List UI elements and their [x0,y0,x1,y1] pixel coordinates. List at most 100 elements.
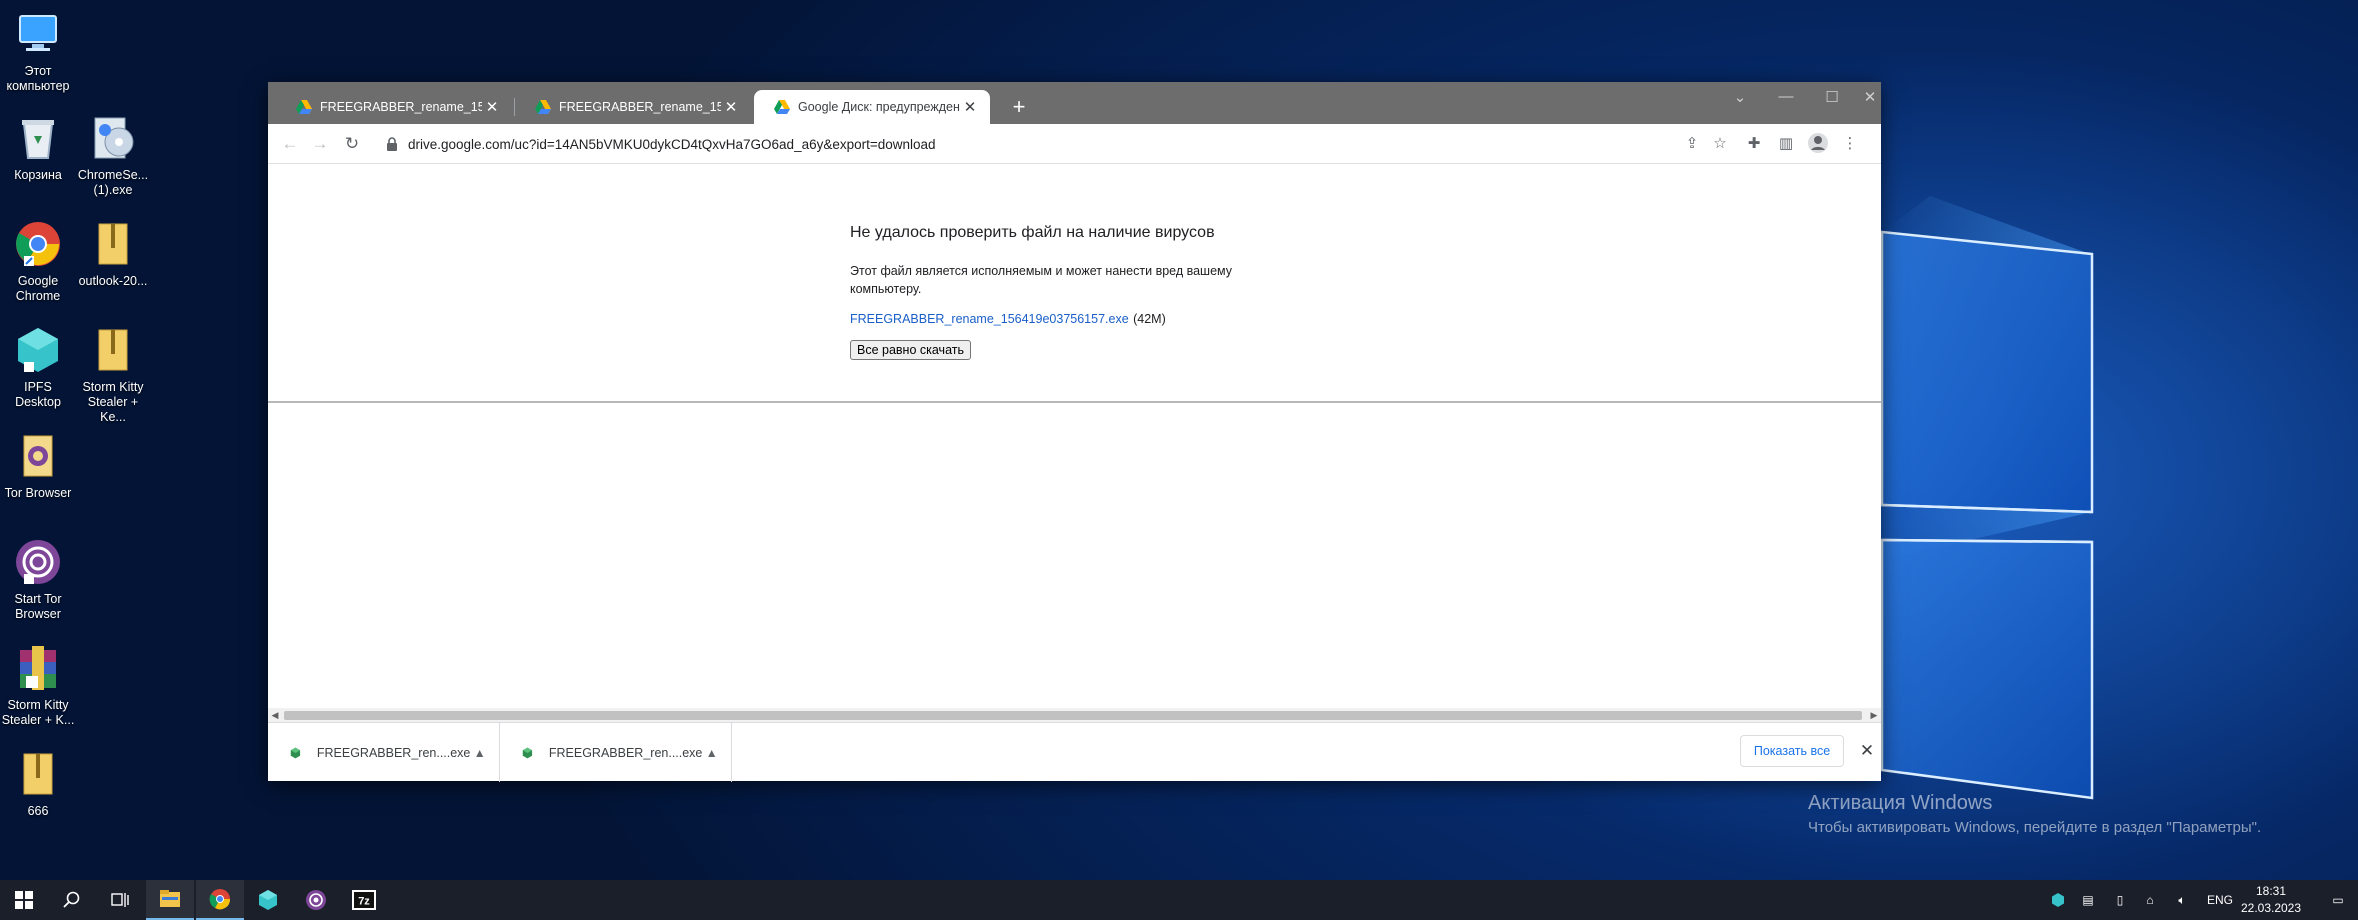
minimize-icon[interactable]: — [1766,88,1806,105]
taskbar-file-explorer[interactable] [146,880,194,920]
file-explorer-icon [160,890,180,907]
page-content: Не удалось проверить файл на наличие вир… [268,164,1881,401]
tab-freegrabber-1[interactable]: FREEGRABBER_rename_156419e03756157.exe ✕ [276,90,512,124]
side-panel-icon[interactable]: ▥ [1774,132,1798,156]
activation-subtitle: Чтобы активировать Windows, перейдите в … [1808,819,2262,836]
task-view-button[interactable] [96,880,144,920]
address-bar[interactable]: drive.google.com/uc?id=14AN5bVMKU0dykCD4… [380,128,1760,160]
scroll-right-icon[interactable]: ▶ [1867,708,1881,722]
close-shelf-icon[interactable]: ✕ [1856,740,1878,762]
tor-onion-icon [306,890,326,910]
download-anyway-button[interactable]: Все равно скачать [850,340,971,360]
horizontal-scrollbar[interactable]: ◀ ▶ [268,708,1881,722]
desktop-icon-start-tor-browser[interactable]: Start Tor Browser [0,536,76,622]
desktop-icon-label: Google Chrome [15,274,61,303]
chevron-up-icon[interactable]: ▲ [470,746,489,760]
download-filename: FREEGRABBER_ren....exe [548,745,703,760]
recycle-bin-icon [12,112,64,164]
tor-folder-icon [12,430,64,482]
reload-icon[interactable]: ↻ [340,132,364,156]
desktop-icon-storm-kitty-archive[interactable]: Storm Kitty Stealer + Ke... [75,324,151,425]
ipfs-cube-icon [259,890,277,910]
maximize-icon[interactable]: ☐ [1812,88,1852,106]
desktop-icon-this-pc[interactable]: Этот компьютер [0,8,76,94]
tray-ipfs-icon[interactable] [2048,880,2068,920]
exe-file-icon [522,747,533,758]
exe-file-icon [290,747,301,758]
desktop-icon-label: Storm Kitty Stealer + Ke... [82,380,144,424]
computer-icon [12,8,64,60]
tab-close-icon[interactable]: ✕ [721,98,741,116]
download-filename: FREEGRABBER_ren....exe [316,745,471,760]
tab-title: FREEGRABBER_rename_156419e03756157.exe [559,100,721,114]
menu-kebab-icon[interactable]: ⋮ [1838,132,1862,156]
extensions-icon[interactable]: ✚ [1742,132,1766,156]
tor-onion-icon [12,536,64,588]
window-close-icon[interactable]: ✕ [1858,88,1882,106]
forward-arrow-icon[interactable]: → [308,132,332,156]
chevron-up-icon[interactable]: ▲ [702,746,721,760]
desktop-icon-label: outlook-20... [78,274,148,288]
tray-network-icon[interactable]: ⌂ [2140,880,2160,920]
tray-battery-icon[interactable]: ▯ [2110,880,2130,920]
drive-icon [535,100,551,114]
file-size: (42M) [1133,312,1166,326]
taskbar-7zip[interactable]: 7z [340,880,388,920]
search-button[interactable] [48,880,96,920]
clock[interactable]: 18:31 22.03.2023 [2236,883,2306,917]
tab-search-icon[interactable]: ⌄ [1720,88,1760,106]
profile-avatar-icon[interactable] [1806,132,1830,156]
windows-activation-watermark: Активация Windows Чтобы активировать Win… [1808,792,2261,836]
warning-text: Этот файл является исполняемым и может н… [850,264,1233,296]
desktop-icon-tor-browser[interactable]: Tor Browser [0,430,76,501]
windows-start-icon [15,891,33,909]
tab-title: FREEGRABBER_rename_156419e03756157.exe [320,100,482,114]
taskbar-chrome[interactable] [196,880,244,920]
file-link[interactable]: FREEGRABBER_rename_156419e03756157.exe [850,312,1129,326]
download-item[interactable]: FREEGRABBER_ren....exe ▲ [500,723,732,782]
download-shelf: FREEGRABBER_ren....exe ▲ FREEGRABBER_ren… [268,722,1881,782]
browser-toolbar: ← → ↻ drive.google.com/uc?id=14AN5bVMKU0… [268,124,1881,164]
notification-icon[interactable]: ▭ [2326,880,2350,920]
taskbar-ipfs[interactable] [244,880,292,920]
desktop-icon-ipfs[interactable]: IPFS Desktop [0,324,76,410]
desktop-icon-storm-kitty-installer[interactable]: Storm Kitty Stealer + K... [0,642,76,728]
tab-drive-warning[interactable]: Google Диск: предупреждение о вирусах ✕ [754,90,990,124]
page-divider [268,401,1881,403]
desktop-icon-recycle-bin[interactable]: Корзина [0,112,76,183]
zip-folder-icon [87,218,139,270]
desktop-icon-chrome-setup[interactable]: ChromeSe... (1).exe [75,112,151,198]
activation-title: Активация Windows [1808,792,1993,814]
bookmark-star-icon[interactable]: ☆ [1708,132,1732,156]
tray-keyboard-icon[interactable]: ▤ [2078,880,2098,920]
desktop-icon-google-chrome[interactable]: Google Chrome [0,218,76,304]
task-view-icon [111,893,129,907]
warning-title: Не удалось проверить файл на наличие вир… [850,224,1215,241]
taskbar: 7z ▤ ▯ ⌂ 🔈︎ ENG 18:31 22.03.2023 ▭ [0,880,2358,920]
download-item[interactable]: FREEGRABBER_ren....exe ▲ [268,723,500,782]
tray-volume-icon[interactable]: 🔈︎ [2172,880,2192,920]
scroll-left-icon[interactable]: ◀ [268,708,282,722]
language-indicator[interactable]: ENG [2204,880,2236,920]
scrollbar-thumb[interactable] [284,711,1862,720]
search-icon [63,891,80,908]
ipfs-cube-icon [12,324,64,376]
desktop-icon-outlook-archive[interactable]: outlook-20... [75,218,151,289]
desktop-icon-label: Этот компьютер [6,64,70,93]
clock-time: 18:31 [2255,884,2287,898]
taskbar-tor[interactable] [292,880,340,920]
tab-freegrabber-2[interactable]: FREEGRABBER_rename_156419e03756157.exe ✕ [515,90,751,124]
desktop-icon-666[interactable]: 666 [0,748,76,819]
zip-folder-icon [87,324,139,376]
desktop-icon-label: Корзина [14,168,62,182]
desktop-icon-label: Start Tor Browser [14,592,62,621]
winrar-archive-icon [12,642,64,694]
start-button[interactable] [0,880,48,920]
tab-close-icon[interactable]: ✕ [482,98,502,116]
share-icon[interactable]: ⇪ [1680,132,1704,156]
tab-close-icon[interactable]: ✕ [960,98,980,116]
show-all-downloads-button[interactable]: Показать все [1740,735,1844,767]
new-tab-button[interactable]: + [1006,94,1032,120]
zip-folder-icon [12,748,64,800]
back-arrow-icon[interactable]: ← [278,132,302,156]
